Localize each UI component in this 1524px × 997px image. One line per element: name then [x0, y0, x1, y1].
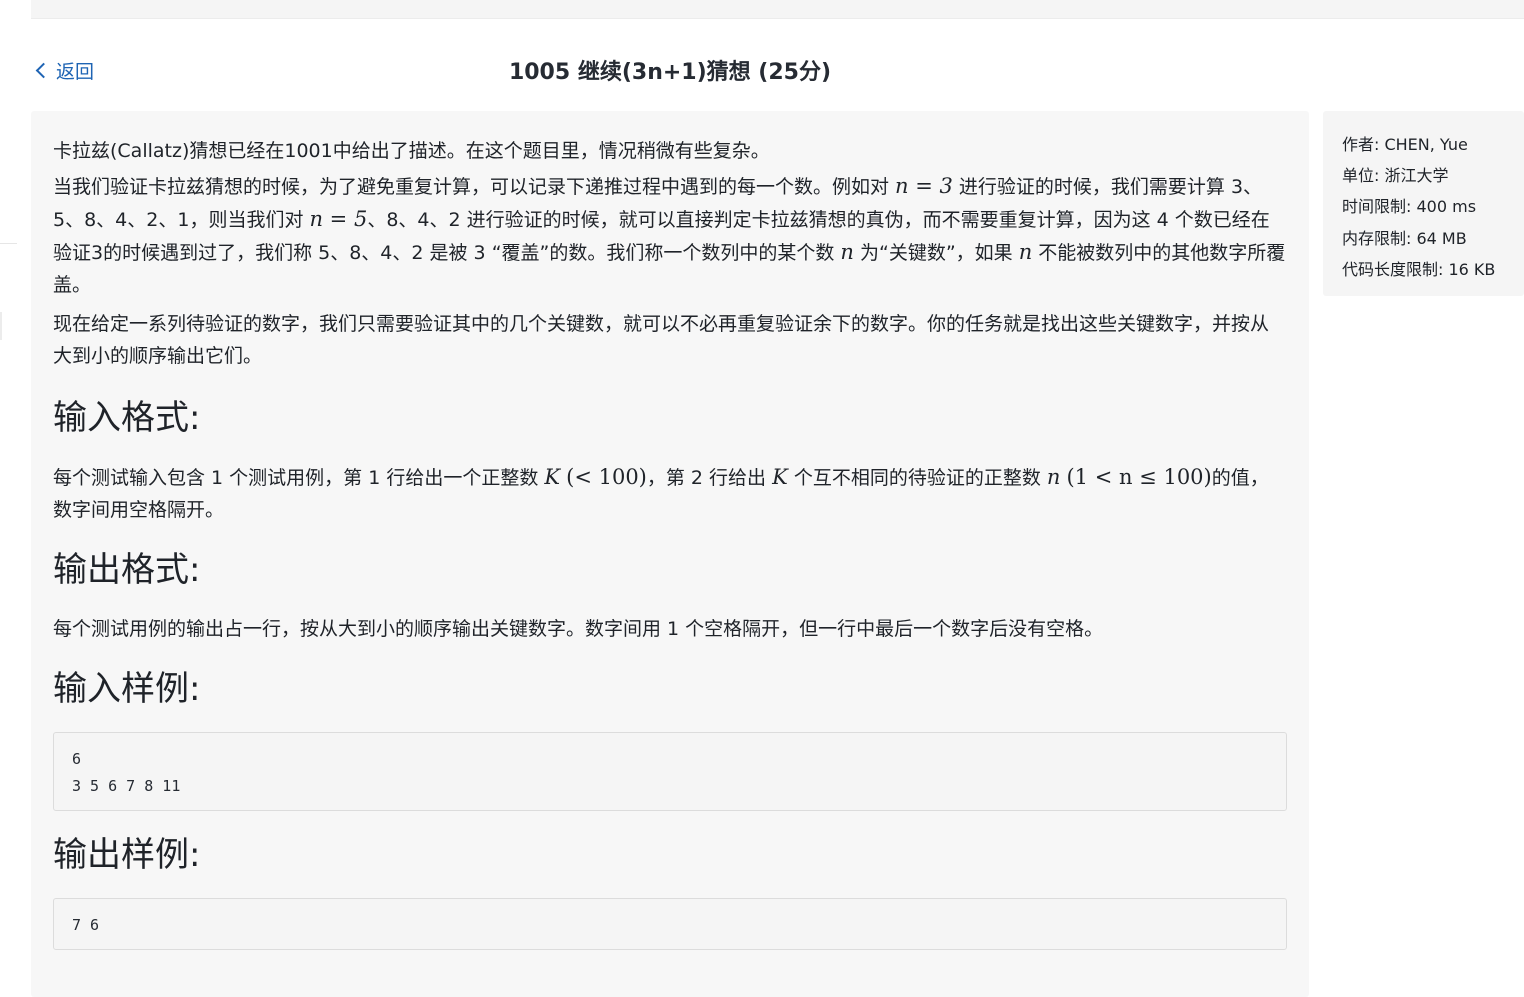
math-expression: n = 5 — [309, 207, 368, 231]
info-time-limit: 时间限制: 400 ms — [1342, 197, 1477, 216]
text-segment: 为“关键数”，如果 — [853, 242, 1019, 264]
text-segment: ，第 2 行给出 — [646, 467, 773, 489]
text-segment: 个互不相同的待验证的正整数 — [787, 467, 1047, 489]
output-format-heading: 输出格式: — [53, 550, 201, 590]
math-expression: (1 < n ≤ 100) — [1066, 465, 1212, 489]
math-expression: n = 3 — [895, 174, 953, 198]
math-variable: n — [840, 240, 854, 264]
left-edge-handle — [0, 312, 2, 340]
top-bar — [31, 0, 1524, 19]
input-format-text: 每个测试输入包含 1 个测试用例，第 1 行给出一个正整数 K (< 100)，… — [53, 461, 1287, 526]
left-edge-divider — [0, 243, 17, 244]
info-memory-limit: 内存限制: 64 MB — [1342, 229, 1467, 248]
code-line: 6 — [72, 750, 82, 768]
code-line: 7 6 — [72, 916, 100, 934]
problem-task: 现在给定一系列待验证的数字，我们只需要验证其中的几个关键数，就可以不必再重复验证… — [53, 313, 1270, 367]
info-code-length-limit: 代码长度限制: 16 KB — [1342, 260, 1496, 279]
problem-content: 卡拉兹(Callatz)猜想已经在1001中给出了描述。在这个题目里，情况稍微有… — [31, 111, 1309, 997]
sample-output-code[interactable]: 7 6 — [53, 898, 1287, 950]
code-line: 3 5 6 7 8 11 — [72, 777, 181, 795]
page-title: 1005 继续(3n+1)猜想 (25分) — [508, 60, 832, 85]
math-expression: (< 100) — [566, 465, 647, 489]
input-format-heading: 输入格式: — [53, 398, 201, 438]
math-expression: n = 3 — [895, 174, 953, 198]
problem-intro: 卡拉兹(Callatz)猜想已经在1001中给出了描述。在这个题目里，情况稍微有… — [53, 140, 770, 162]
problem-info-panel: 作者: CHEN, Yue 单位: 浙江大学 时间限制: 400 ms 内存限制… — [1323, 111, 1524, 296]
math-variable: K — [772, 465, 788, 489]
sample-output-heading: 输出样例: — [53, 835, 201, 875]
text-segment: 当我们验证卡拉兹猜想的时候，为了避免重复计算，可以记录下递推过程中遇到的每一个数… — [53, 176, 896, 198]
math-variable: n — [1046, 465, 1061, 489]
problem-description: 当我们验证卡拉兹猜想的时候，为了避免重复计算，可以记录下递推过程中遇到的每一个数… — [53, 170, 1287, 301]
output-format-text: 每个测试用例的输出占一行，按从大到小的顺序输出关键数字。数字间用 1 个空格隔开… — [53, 618, 1104, 640]
info-author: 作者: CHEN, Yue — [1342, 135, 1468, 154]
info-unit: 单位: 浙江大学 — [1342, 166, 1449, 185]
sample-input-code[interactable]: 6 3 5 6 7 8 11 — [53, 732, 1287, 811]
problem-header: 返回 1005 继续(3n+1)猜想 (25分) — [31, 50, 1309, 92]
math-variable: K — [544, 465, 561, 489]
text-segment: 每个测试输入包含 1 个测试用例，第 1 行给出一个正整数 — [53, 467, 545, 489]
math-variable: n — [1018, 240, 1033, 264]
sample-input-heading: 输入样例: — [53, 669, 201, 709]
